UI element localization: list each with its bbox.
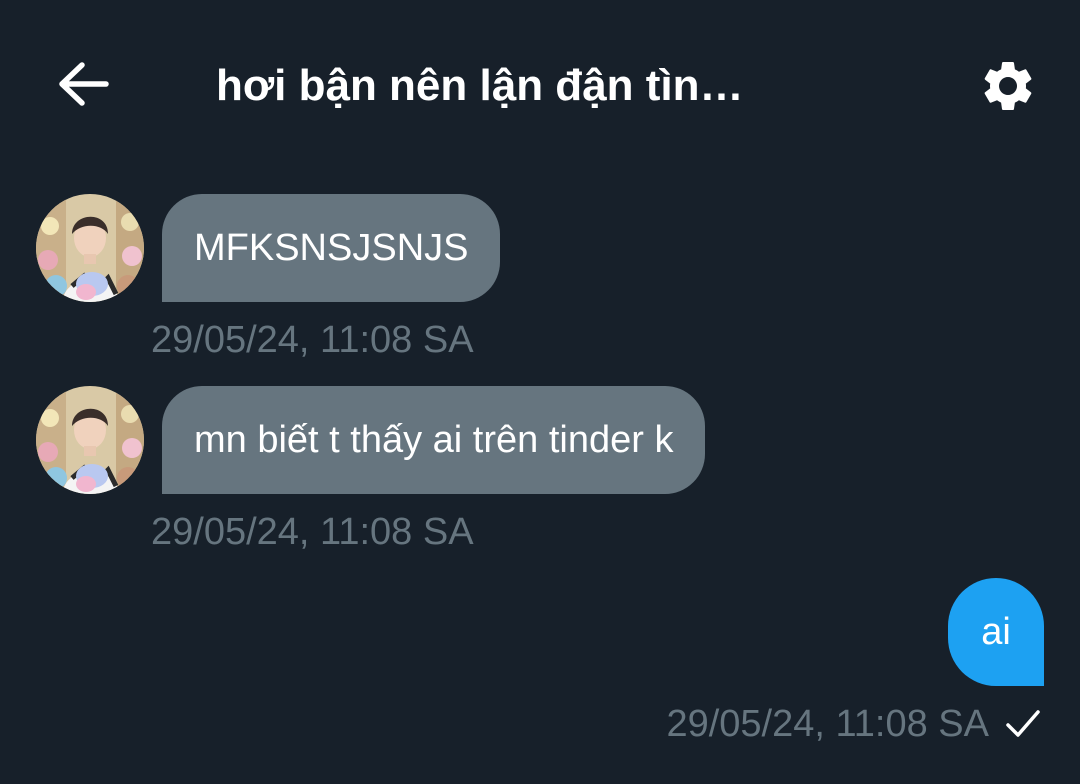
sender-avatar[interactable] [36,194,144,302]
message-timestamp: 29/05/24, 11:08 SA [666,703,989,745]
message-text: MFKSNSJSNJS [194,227,469,269]
dm-conversation-screen: hơi bận nên lận đận tìn… MFKSNSJSNJS 29/… [0,0,1080,784]
conversation-header: hơi bận nên lận đận tìn… [0,0,1080,170]
conversation-title[interactable]: hơi bận nên lận đận tìn… [216,58,776,114]
message-text: ai [981,611,1011,653]
message-bubble-incoming[interactable]: MFKSNSJSNJS [162,194,501,302]
arrow-left-icon [59,62,109,106]
message-bubble-outgoing[interactable]: ai [948,578,1044,686]
settings-button[interactable] [972,50,1044,122]
gear-icon [984,61,1032,110]
message-timestamp: 29/05/24, 11:08 SA [151,319,474,361]
avatar-image [36,386,144,494]
avatar-image [36,194,144,302]
back-button[interactable] [52,56,116,112]
sender-avatar[interactable] [36,386,144,494]
message-timestamp: 29/05/24, 11:08 SA [151,511,474,553]
checkmark-icon [1006,710,1040,737]
message-text: mn biết t thấy ai trên tinder k [194,419,674,461]
message-bubble-incoming[interactable]: mn biết t thấy ai trên tinder k [162,386,706,494]
